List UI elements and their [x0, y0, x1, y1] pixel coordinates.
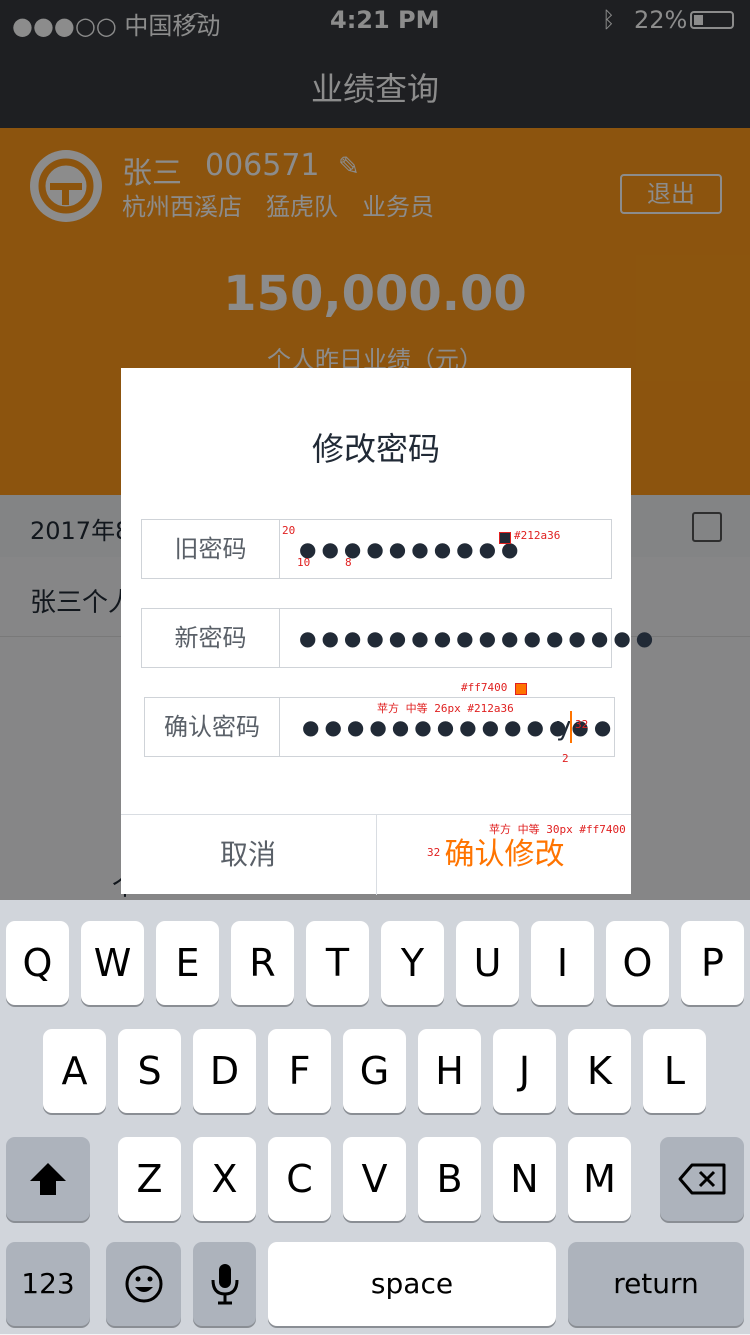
- key-w[interactable]: W: [81, 921, 144, 1005]
- key-e[interactable]: E: [156, 921, 219, 1005]
- numbers-key[interactable]: 123: [6, 1242, 90, 1326]
- key-y[interactable]: Y: [381, 921, 444, 1005]
- backspace-icon: [678, 1163, 726, 1195]
- key-n[interactable]: N: [493, 1137, 556, 1221]
- space-key[interactable]: space: [268, 1242, 556, 1326]
- key-u[interactable]: U: [456, 921, 519, 1005]
- key-j[interactable]: J: [493, 1029, 556, 1113]
- key-q[interactable]: Q: [6, 921, 69, 1005]
- key-r[interactable]: R: [231, 921, 294, 1005]
- key-b[interactable]: B: [418, 1137, 481, 1221]
- delete-key[interactable]: [660, 1137, 744, 1221]
- emoji-key[interactable]: [106, 1242, 181, 1326]
- old-password-input[interactable]: ●●●●●●●●●●: [299, 520, 524, 578]
- key-p[interactable]: P: [681, 921, 744, 1005]
- dialog-button-bar: 取消 确认修改: [121, 814, 631, 895]
- new-password-label: 新密码: [142, 609, 280, 667]
- dialog-title: 修改密码: [311, 430, 440, 468]
- microphone-key[interactable]: [193, 1242, 256, 1326]
- microphone-icon: [211, 1264, 238, 1305]
- annotation-caret-color: #ff7400: [461, 681, 508, 694]
- shift-icon: [30, 1163, 66, 1195]
- key-t[interactable]: T: [306, 921, 369, 1005]
- key-s[interactable]: S: [118, 1029, 181, 1113]
- annotation-font: 苹方 中等 26px #212a36: [377, 702, 514, 715]
- confirm-password-label: 确认密码: [145, 698, 280, 756]
- key-i[interactable]: I: [531, 921, 594, 1005]
- key-m[interactable]: M: [568, 1137, 631, 1221]
- new-password-field[interactable]: 新密码 ●●●●●●●●●●●●●●●●: [141, 608, 653, 668]
- annotation-spacing: 8: [345, 556, 352, 569]
- keyboard: Q W E R T Y U I O P A S D F G H J K L Z …: [0, 900, 750, 1334]
- key-c[interactable]: C: [268, 1137, 331, 1221]
- color-swatch: [499, 532, 511, 544]
- annotation-gap: 20: [282, 524, 296, 537]
- key-v[interactable]: V: [343, 1137, 406, 1221]
- old-password-field[interactable]: 旧密码 ●●●●●●●●●● 20 10 8 #212a36: [141, 519, 612, 579]
- annotation-dot-color: #212a36: [514, 529, 561, 542]
- annotation-caret-width: 2: [562, 752, 569, 765]
- color-swatch: [515, 683, 527, 695]
- key-a[interactable]: A: [43, 1029, 106, 1113]
- annotation-dot-size: 10: [297, 556, 311, 569]
- key-z[interactable]: Z: [118, 1137, 181, 1221]
- emoji-icon: [125, 1265, 162, 1303]
- old-password-label: 旧密码: [142, 520, 280, 578]
- key-g[interactable]: G: [343, 1029, 406, 1113]
- text-caret: [570, 711, 572, 743]
- shift-key[interactable]: [6, 1137, 90, 1221]
- annotation-caret-height: 32: [575, 718, 589, 731]
- change-password-dialog: 修改密码 旧密码 ●●●●●●●●●● 20 10 8 #212a36 新密码 …: [121, 368, 653, 895]
- cancel-button[interactable]: 取消: [121, 815, 375, 895]
- key-l[interactable]: L: [643, 1029, 706, 1113]
- key-k[interactable]: K: [568, 1029, 631, 1113]
- confirm-button[interactable]: 确认修改: [376, 815, 632, 895]
- key-h[interactable]: H: [418, 1029, 481, 1113]
- key-f[interactable]: F: [268, 1029, 331, 1113]
- return-key[interactable]: return: [568, 1242, 744, 1326]
- key-o[interactable]: O: [606, 921, 669, 1005]
- key-d[interactable]: D: [193, 1029, 256, 1113]
- new-password-input[interactable]: ●●●●●●●●●●●●●●●●: [299, 609, 658, 667]
- key-x[interactable]: X: [193, 1137, 256, 1221]
